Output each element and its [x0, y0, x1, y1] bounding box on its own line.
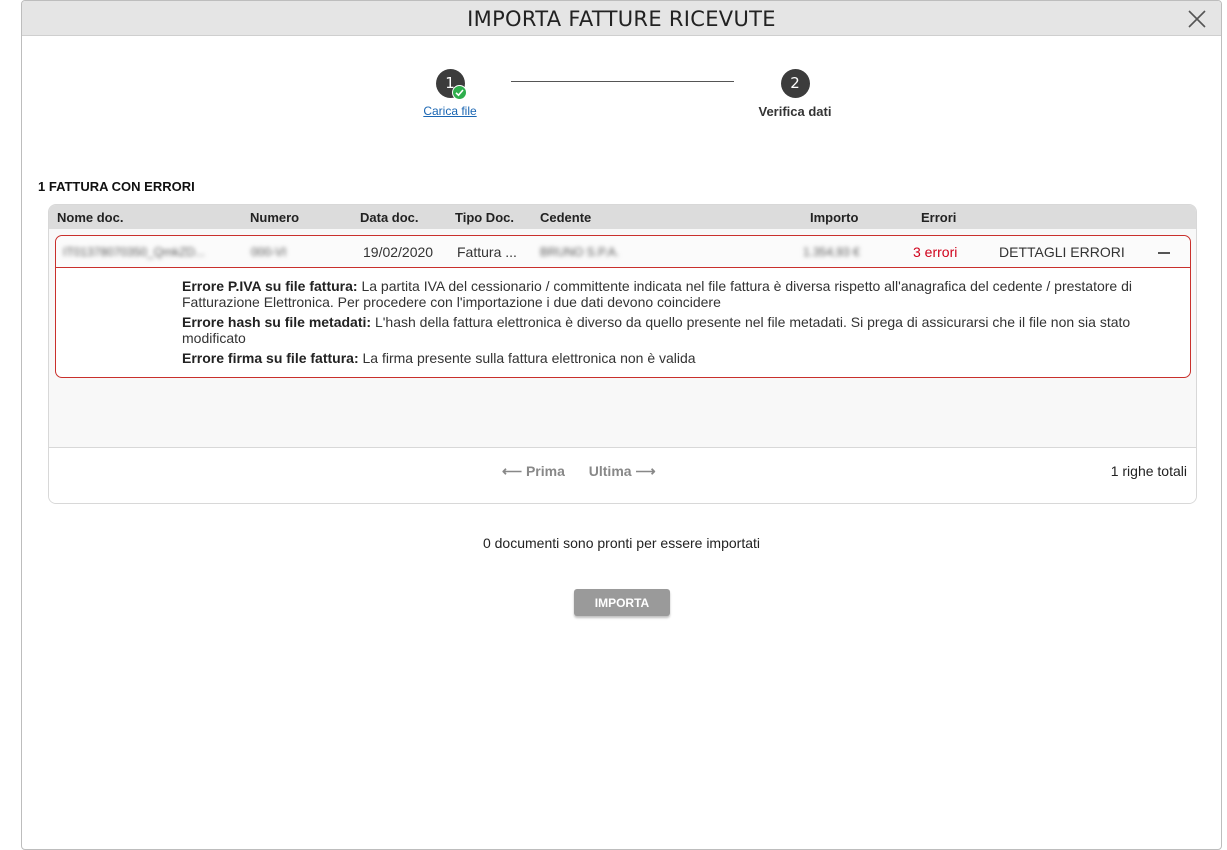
- table-header: Nome doc. Numero Data doc. Tipo Doc. Ced…: [49, 205, 1196, 229]
- error-text: La firma presente sulla fattura elettron…: [362, 350, 696, 366]
- cell-nome-doc: IT01378070350_QmkZD...: [63, 245, 206, 259]
- error-details-link[interactable]: DETTAGLI ERRORI: [999, 244, 1125, 260]
- import-modal: IMPORTA FATTURE RICEVUTE 1 Carica file 2…: [21, 0, 1222, 850]
- step-upload: 1 Carica file: [390, 69, 510, 120]
- column-header-importo: Importo: [810, 210, 859, 225]
- error-details: Errore P.IVA su file fattura: La partita…: [182, 278, 1172, 370]
- collapse-icon[interactable]: [1158, 244, 1172, 260]
- cell-tipo-doc: Fattura ...: [457, 244, 517, 260]
- check-icon: [451, 85, 467, 100]
- modal-header: IMPORTA FATTURE RICEVUTE: [22, 1, 1221, 36]
- step-number-circle: 1: [435, 69, 467, 100]
- cell-importo: 1.354,93 €: [803, 245, 860, 259]
- ready-status-text: 0 documenti sono pronti per essere impor…: [482, 535, 761, 551]
- error-item: Errore P.IVA su file fattura: La partita…: [182, 278, 1172, 310]
- step-verify: 2 Verifica dati: [735, 69, 855, 119]
- error-title: Errore P.IVA su file fattura:: [182, 278, 358, 294]
- step-verify-label: Verifica dati: [758, 104, 832, 119]
- total-rows: 1 righe totali: [1110, 463, 1187, 479]
- cell-data-doc: 19/02/2020: [363, 244, 434, 260]
- column-header-data-doc: Data doc.: [360, 210, 419, 225]
- cell-numero: 000-VI: [251, 245, 287, 259]
- close-icon[interactable]: [1187, 9, 1207, 29]
- error-item: Errore hash su file metadati: L'hash del…: [182, 314, 1172, 346]
- pager-first-button[interactable]: ⟵ Prima: [502, 463, 565, 479]
- pagination: ⟵ Prima Ultima ⟶: [502, 463, 656, 480]
- error-title: Errore hash su file metadati:: [182, 314, 372, 330]
- cell-errori: 3 errori: [913, 244, 958, 260]
- invoice-table: Nome doc. Numero Data doc. Tipo Doc. Ced…: [48, 204, 1197, 504]
- stepper: 1 Carica file 2 Verifica dati: [22, 69, 1221, 129]
- column-header-nome-doc: Nome doc.: [57, 210, 124, 225]
- step-number-circle: 2: [780, 69, 810, 98]
- modal-title: IMPORTA FATTURE RICEVUTE: [467, 7, 776, 31]
- table-row: IT01378070350_QmkZD... 000-VI 19/02/2020…: [55, 235, 1191, 378]
- table-row-summary[interactable]: IT01378070350_QmkZD... 000-VI 19/02/2020…: [56, 236, 1190, 268]
- table-footer: ⟵ Prima Ultima ⟶ 1 righe totali: [49, 447, 1196, 503]
- import-button[interactable]: IMPORTA: [574, 589, 670, 616]
- column-header-cedente: Cedente: [540, 210, 592, 225]
- cell-cedente: BRUNO S.P.A.: [540, 245, 620, 259]
- error-title: Errore firma su file fattura:: [182, 350, 359, 366]
- stepper-connector: [511, 81, 734, 82]
- section-title: 1 FATTURA CON ERRORI: [38, 179, 195, 194]
- pager-last-button[interactable]: Ultima ⟶: [589, 463, 656, 479]
- step-upload-link[interactable]: Carica file: [423, 104, 476, 118]
- column-header-tipo-doc: Tipo Doc.: [455, 210, 514, 225]
- column-header-errori: Errori: [921, 210, 957, 225]
- step-number: 2: [790, 74, 800, 92]
- error-item: Errore firma su file fattura: La firma p…: [182, 350, 1172, 366]
- column-header-numero: Numero: [250, 210, 300, 225]
